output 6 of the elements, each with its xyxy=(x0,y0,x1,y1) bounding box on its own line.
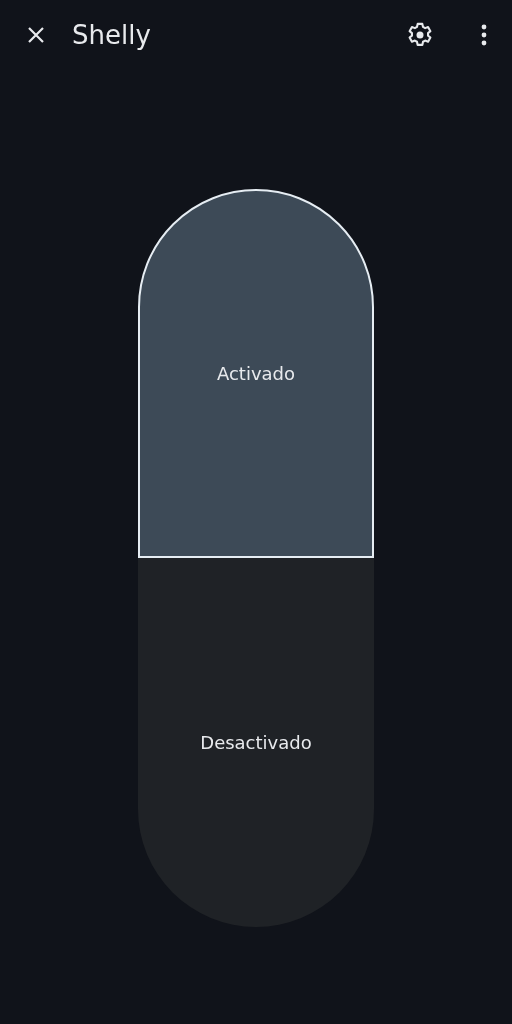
switch-option[interactable]: Activado xyxy=(138,189,374,558)
app-title: Shelly xyxy=(72,20,151,50)
switch-option[interactable]: Desactivado xyxy=(138,558,374,927)
close-icon xyxy=(26,25,46,45)
more-icon xyxy=(480,23,488,47)
settings-icon xyxy=(406,21,434,49)
